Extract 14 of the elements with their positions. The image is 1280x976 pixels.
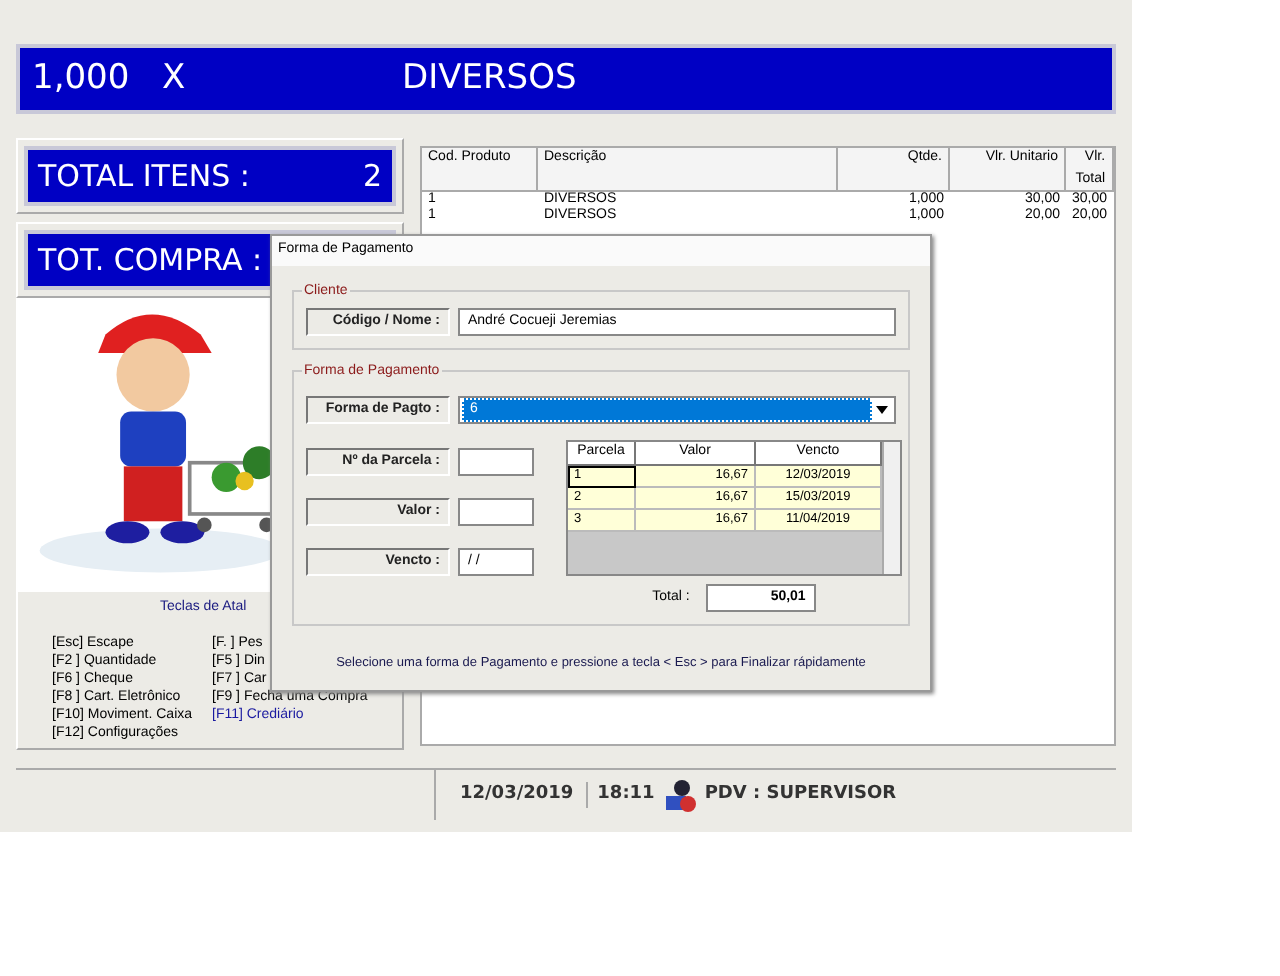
time-text: 18:11: [595, 781, 657, 808]
scroll-bar: [882, 442, 900, 574]
amount-field[interactable]: [458, 498, 534, 526]
quantity-text: 1,000: [32, 55, 132, 102]
total-items-value: 2: [362, 155, 382, 198]
installment-number-field[interactable]: [458, 448, 534, 476]
total-items-label: TOTAL ITENS :: [38, 155, 250, 198]
caret-icon: [876, 406, 888, 414]
user-computer-icon: [664, 777, 697, 813]
date-text: 12/03/2019: [448, 781, 588, 809]
times-text: X: [162, 55, 188, 102]
product-name-text: DIVERSOS: [402, 55, 577, 102]
total-purchase-label: TOT. COMPRA :: [38, 239, 263, 282]
user-text: PDV : SUPERVISOR: [704, 781, 897, 808]
